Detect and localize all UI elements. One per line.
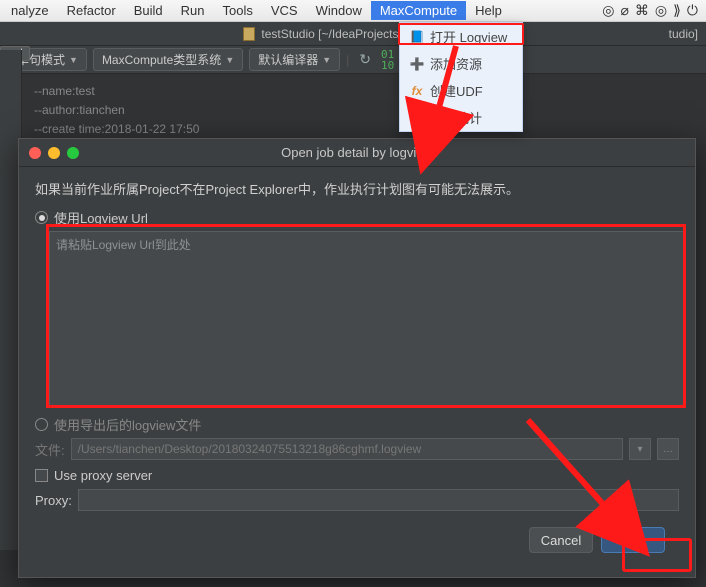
radio-use-logview-url[interactable]: 使用Logview Url <box>35 208 679 227</box>
tray-icon[interactable]: ⌀ <box>620 2 628 19</box>
editor-line: --name:test <box>34 82 694 101</box>
menu-build[interactable]: Build <box>125 1 172 20</box>
ide-titlebar: testStudio [~/IdeaProjects/testStudio] -… <box>0 22 706 46</box>
radio1-label: 使用Logview Url <box>54 208 148 227</box>
menu-help[interactable]: Help <box>466 1 511 20</box>
title-right-fragment: tudio] <box>669 27 698 41</box>
tray-icon[interactable]: ⌘ <box>635 2 649 19</box>
proxy-input[interactable] <box>78 489 679 511</box>
menu-run[interactable]: Run <box>172 1 214 20</box>
menubar-tray: ◎ ⌀ ⌘ ◎ ⟫ ⏻ <box>602 2 704 19</box>
tray-icon[interactable]: ⟫ <box>673 2 681 19</box>
menu-maxcompute[interactable]: MaxCompute <box>371 1 466 20</box>
compiler-dropdown[interactable]: 默认编译器▼ <box>249 48 340 71</box>
file-icon <box>243 27 255 41</box>
dd-add-resource[interactable]: ➕添加资源 <box>400 50 522 77</box>
proxy-label: Proxy: <box>35 493 72 508</box>
editor-line: --create time:2018-01-22 17:50 <box>34 120 694 139</box>
close-icon[interactable] <box>29 147 41 159</box>
zoom-icon[interactable] <box>67 147 79 159</box>
mac-menubar: nalyze Refactor Build Run Tools VCS Wind… <box>0 0 706 22</box>
browse-button[interactable]: … <box>657 438 679 460</box>
radio-use-logview-file[interactable]: 使用导出后的logview文件 <box>35 415 679 434</box>
tray-icon[interactable]: ◎ <box>602 2 614 19</box>
menu-vcs[interactable]: VCS <box>262 1 307 20</box>
minimize-icon[interactable] <box>48 147 60 159</box>
dd-usage-stats[interactable]: 📊使用统计 <box>400 104 522 131</box>
dialog-note: 如果当前作业所属Project不在Project Explorer中，作业执行计… <box>35 179 679 198</box>
dialog-titlebar[interactable]: Open job detail by logview <box>19 139 695 167</box>
editor-line: --author:tianchen <box>34 101 694 120</box>
book-icon: 📘 <box>410 30 424 44</box>
fx-icon: fx <box>410 84 424 98</box>
maxcompute-dropdown: 📘打开 Logview ➕添加资源 fx创建UDF 📊使用统计 <box>399 22 523 132</box>
open-job-dialog: Open job detail by logview 如果当前作业所属Proje… <box>18 138 696 578</box>
logview-url-textarea[interactable]: 请粘贴Logview Url到此处 <box>49 231 685 407</box>
tray-icon[interactable]: ◎ <box>655 2 667 19</box>
checkbox-icon <box>35 469 48 482</box>
file-path-input[interactable]: /Users/tianchen/Desktop/2018032407551321… <box>71 438 623 460</box>
use-proxy-label: Use proxy server <box>54 468 152 483</box>
menu-window[interactable]: Window <box>307 1 371 20</box>
radio2-label: 使用导出后的logview文件 <box>54 415 201 434</box>
dd-create-udf[interactable]: fx创建UDF <box>400 77 522 104</box>
menu-tools[interactable]: Tools <box>214 1 262 20</box>
plus-icon: ➕ <box>410 57 424 71</box>
textarea-placeholder: 请粘贴Logview Url到此处 <box>56 238 191 252</box>
dialog-title: Open job detail by logview <box>19 145 695 160</box>
tray-icon[interactable]: ⏻ <box>687 2 698 19</box>
use-proxy-checkbox-row[interactable]: Use proxy server <box>35 468 679 483</box>
refresh-icon[interactable]: ↻ <box>355 51 375 68</box>
radio-icon <box>35 211 48 224</box>
file-label: 文件: <box>35 440 65 459</box>
file-history-button[interactable]: ▾ <box>629 438 651 460</box>
ide-toolbar: 单句模式▼ MaxCompute类型系统▼ 默认编译器▼ | ↻ 01 10 1… <box>0 46 706 74</box>
dd-open-logview[interactable]: 📘打开 Logview <box>400 23 522 50</box>
cancel-button[interactable]: Cancel <box>529 527 593 553</box>
chart-icon: 📊 <box>410 111 424 125</box>
project-name: testStudio <box>261 27 314 41</box>
menu-analyze[interactable]: nalyze <box>2 1 58 20</box>
window-traffic-lights <box>29 147 79 159</box>
menu-refactor[interactable]: Refactor <box>58 1 125 20</box>
type-system-dropdown[interactable]: MaxCompute类型系统▼ <box>93 48 243 71</box>
radio-icon <box>35 418 48 431</box>
ok-button[interactable]: OK <box>601 527 665 553</box>
